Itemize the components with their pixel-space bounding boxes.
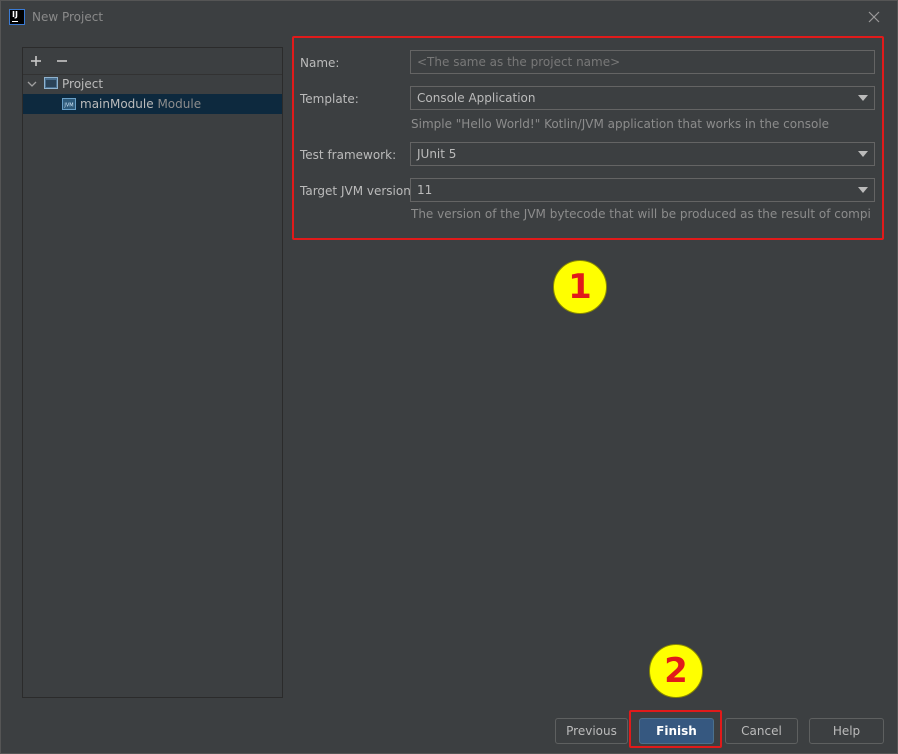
intellij-logo-icon: IJ [9,9,25,25]
tree-item-main-module[interactable]: JVM mainModule Module [23,94,282,114]
plus-icon [31,56,41,66]
dropdown-arrow-icon [858,95,868,101]
name-label: Name: [300,56,340,70]
project-folder-icon [44,77,58,89]
title-bar: IJ New Project [1,1,897,33]
name-input[interactable]: <The same as the project name> [410,50,875,74]
remove-button[interactable] [53,52,71,70]
project-structure-tree: Project JVM mainModule Module [22,47,283,698]
finish-button[interactable]: Finish [639,718,714,744]
svg-text:JVM: JVM [63,103,73,109]
cancel-button[interactable]: Cancel [725,718,798,744]
test-framework-value: JUnit 5 [417,147,457,161]
dropdown-arrow-icon [858,151,868,157]
chevron-down-icon[interactable] [26,78,38,90]
module-suffix: Module [157,97,202,111]
tree-item-label: mainModule Module [80,94,201,114]
template-hint: Simple "Hello World!" Kotlin/JVM applica… [411,117,830,131]
tree-item-project[interactable]: Project [23,74,282,94]
new-project-dialog: IJ New Project Project JVM mainModule Mo… [0,0,898,754]
jvm-module-icon: JVM [62,98,76,110]
test-framework-select[interactable]: JUnit 5 [410,142,875,166]
step-marker-2: 2 [649,644,703,698]
add-button[interactable] [27,52,45,70]
previous-button[interactable]: Previous [555,718,628,744]
minus-icon [57,60,67,62]
template-select[interactable]: Console Application [410,86,875,110]
target-jvm-label: Target JVM version: [300,184,415,198]
step-marker-1: 1 [553,260,607,314]
target-jvm-select[interactable]: 11 [410,178,875,202]
window-title: New Project [32,10,104,24]
help-button[interactable]: Help [809,718,884,744]
target-jvm-value: 11 [417,183,433,197]
test-framework-label: Test framework: [300,148,397,162]
target-jvm-hint: The version of the JVM bytecode that wil… [411,207,871,221]
template-label: Template: [300,92,359,106]
tree-item-label: Project [62,77,104,91]
template-value: Console Application [417,91,536,105]
close-icon[interactable] [864,7,884,27]
dropdown-arrow-icon [858,187,868,193]
tree-toolbar [23,48,282,75]
module-name: mainModule [80,97,154,111]
